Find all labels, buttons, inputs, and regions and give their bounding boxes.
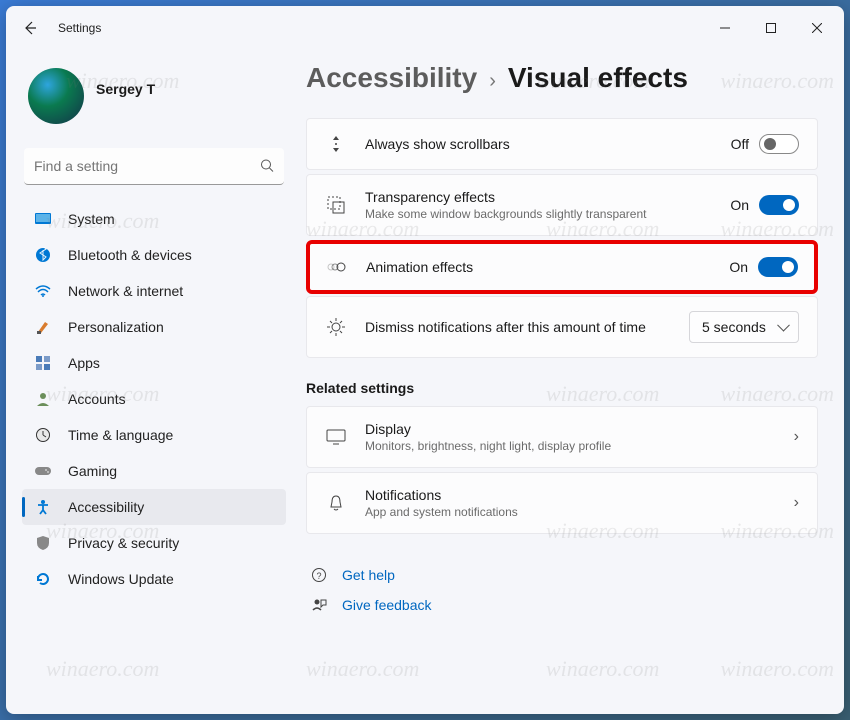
shield-icon [34,534,52,552]
setting-title: Display [365,421,776,437]
sidebar-item-system[interactable]: System [22,201,286,237]
sidebar-item-label: Gaming [68,463,117,479]
scrollbars-toggle[interactable] [759,134,799,154]
sidebar-item-accessibility[interactable]: Accessibility [22,489,286,525]
minimize-icon [720,23,730,33]
link-label: Get help [342,567,395,583]
breadcrumb-parent[interactable]: Accessibility [306,62,477,94]
search-icon [260,158,274,175]
help-icon: ? [310,566,328,584]
bell-icon [325,492,347,514]
sidebar-item-label: Privacy & security [68,535,179,551]
setting-transparency[interactable]: Transparency effects Make some window ba… [306,174,818,236]
sidebar-item-label: Accessibility [68,499,144,515]
link-label: Give feedback [342,597,432,613]
accessibility-icon [34,498,52,516]
avatar [28,68,84,124]
clock-icon [34,426,52,444]
sidebar-item-label: System [68,211,115,227]
apps-icon [34,354,52,372]
sidebar-item-network[interactable]: Network & internet [22,273,286,309]
arrow-left-icon [22,20,38,36]
minimize-button[interactable] [702,12,748,44]
maximize-icon [766,23,776,33]
profile-block[interactable]: Sergey T [22,58,286,144]
setting-subtitle: Make some window backgrounds slightly tr… [365,207,712,221]
toggle-state: Off [731,136,749,152]
sidebar-item-privacy[interactable]: Privacy & security [22,525,286,561]
sidebar-item-time[interactable]: Time & language [22,417,286,453]
sidebar-item-label: Accounts [68,391,126,407]
sidebar-item-apps[interactable]: Apps [22,345,286,381]
window-title: Settings [58,21,101,35]
profile-name: Sergey T [96,81,155,97]
sidebar-item-label: Personalization [68,319,164,335]
main-content: Accessibility › Visual effects Always sh… [296,50,844,714]
search-input[interactable] [24,148,284,185]
chevron-right-icon: › [794,428,799,446]
sidebar-item-accounts[interactable]: Accounts [22,381,286,417]
sidebar-item-personalization[interactable]: Personalization [22,309,286,345]
brightness-icon [325,316,347,338]
update-icon [34,570,52,588]
system-icon [34,210,52,228]
animation-toggle[interactable] [758,257,798,277]
search-box[interactable] [24,148,284,185]
setting-scrollbars[interactable]: Always show scrollbars Off [306,118,818,170]
profile-email [96,97,155,111]
toggle-state: On [730,197,749,213]
monitor-icon [325,426,347,448]
chevron-right-icon: › [489,70,496,93]
close-button[interactable] [794,12,840,44]
sidebar-item-bluetooth[interactable]: Bluetooth & devices [22,237,286,273]
sidebar-item-label: Apps [68,355,100,371]
chevron-right-icon: › [794,494,799,512]
setting-subtitle: Monitors, brightness, night light, displ… [365,439,776,453]
titlebar: Settings [6,6,844,50]
sidebar-item-label: Network & internet [68,283,183,299]
setting-title: Animation effects [366,259,711,275]
setting-title: Notifications [365,487,776,503]
paintbrush-icon [34,318,52,336]
maximize-button[interactable] [748,12,794,44]
dropdown-value: 5 seconds [702,319,766,335]
scrollbar-icon [325,133,347,155]
sidebar-item-label: Windows Update [68,571,174,587]
setting-title: Dismiss notifications after this amount … [365,319,671,335]
back-button[interactable] [10,8,50,48]
get-help-link[interactable]: ? Get help [306,560,818,590]
transparency-toggle[interactable] [759,195,799,215]
related-notifications[interactable]: Notifications App and system notificatio… [306,472,818,534]
related-display[interactable]: Display Monitors, brightness, night ligh… [306,406,818,468]
sidebar-item-label: Time & language [68,427,173,443]
setting-subtitle: App and system notifications [365,505,776,519]
bluetooth-icon [34,246,52,264]
feedback-link[interactable]: Give feedback [306,590,818,620]
wifi-icon [34,282,52,300]
setting-title: Always show scrollbars [365,136,713,152]
person-icon [34,390,52,408]
feedback-icon [310,596,328,614]
close-icon [812,23,822,33]
breadcrumb-current: Visual effects [508,62,688,94]
sidebar: Sergey T System Bluetooth & devices Netw… [6,50,296,714]
setting-dismiss-notifications[interactable]: Dismiss notifications after this amount … [306,296,818,358]
transparency-icon [325,194,347,216]
gamepad-icon [34,462,52,480]
breadcrumb: Accessibility › Visual effects [306,62,818,94]
setting-animation[interactable]: Animation effects On [306,240,818,294]
sidebar-item-update[interactable]: Windows Update [22,561,286,597]
setting-title: Transparency effects [365,189,712,205]
sidebar-item-gaming[interactable]: Gaming [22,453,286,489]
svg-text:?: ? [316,571,321,581]
toggle-state: On [729,259,748,275]
sidebar-item-label: Bluetooth & devices [68,247,192,263]
related-heading: Related settings [306,380,818,396]
dismiss-dropdown[interactable]: 5 seconds [689,311,799,343]
animation-icon [326,256,348,278]
